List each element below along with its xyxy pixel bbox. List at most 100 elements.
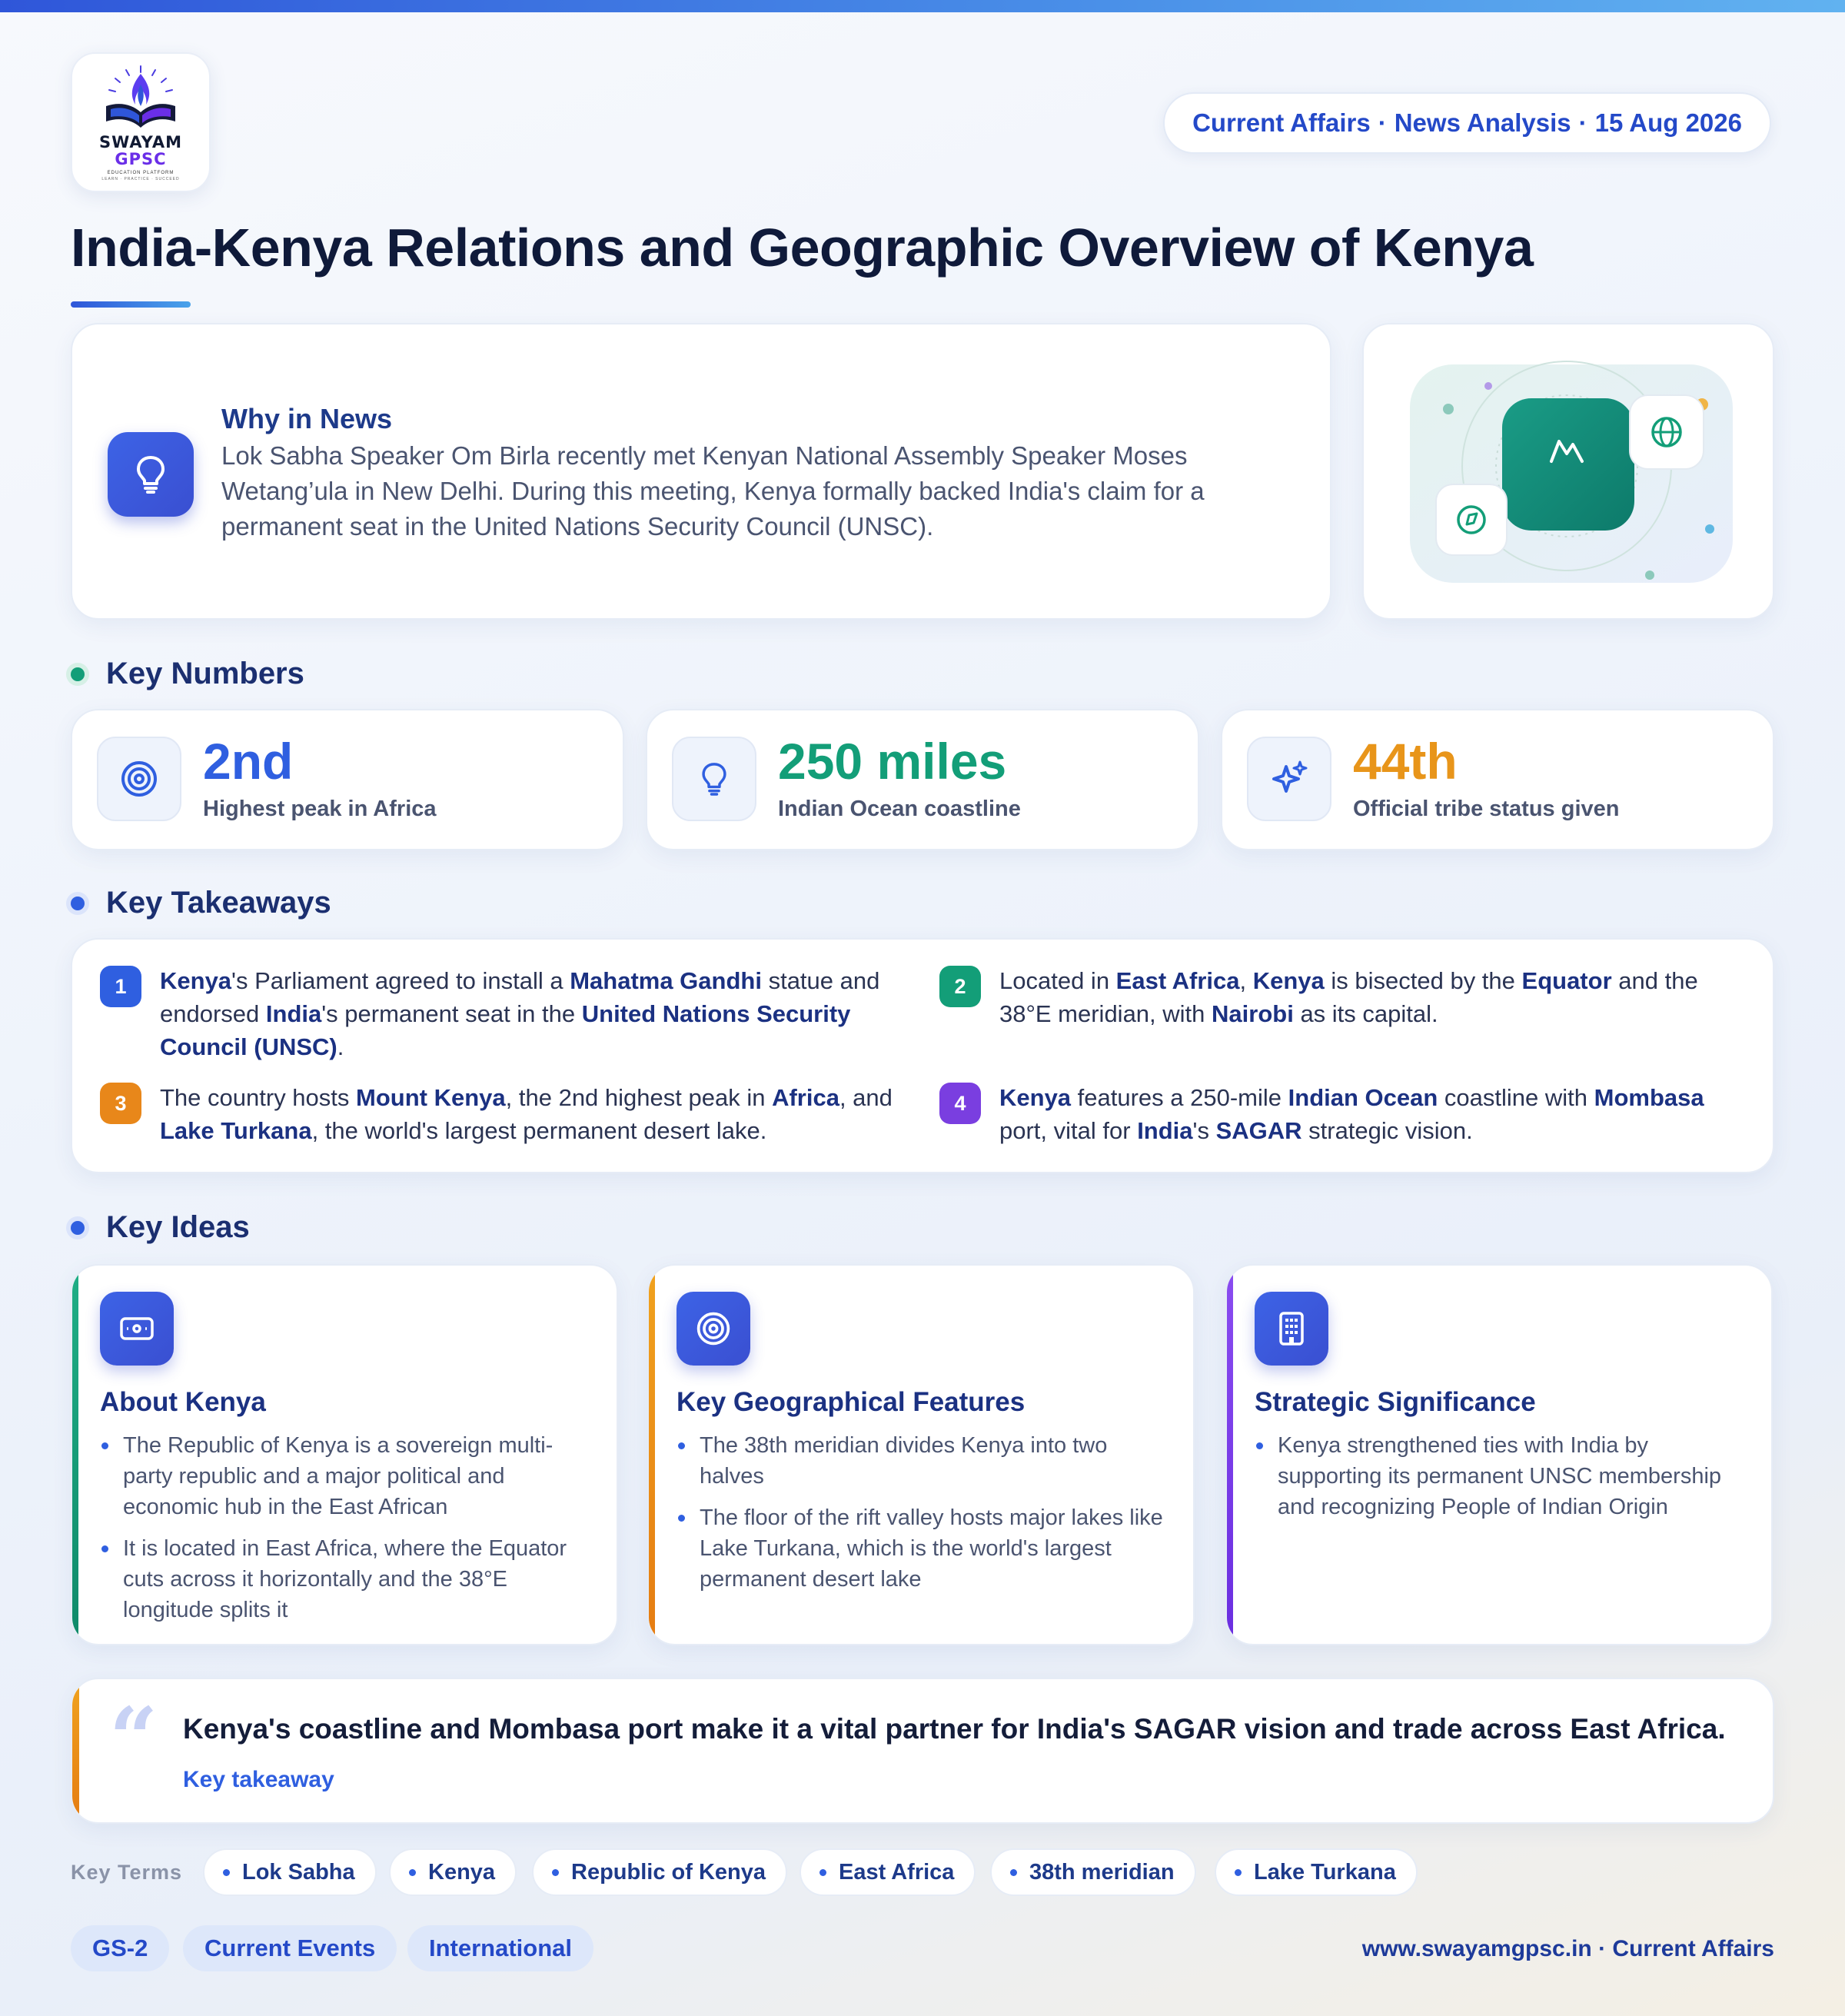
stat-value: 2nd: [203, 733, 294, 790]
idea-points: The 38th meridian divides Kenya into two…: [676, 1430, 1168, 1605]
section-label: Key Numbers: [106, 657, 304, 690]
idea-title: Key Geographical Features: [676, 1387, 1026, 1417]
highlight-term: Kenya: [160, 967, 232, 994]
target-icon: [97, 737, 181, 821]
lightbulb-icon: [108, 432, 194, 517]
lightbulb-icon: [672, 737, 756, 821]
logo-book-flame-icon: [106, 65, 175, 128]
footer-url-link[interactable]: www.swayamgpsc.in · Current Affairs: [1362, 1936, 1774, 1962]
idea-title: Strategic Significance: [1255, 1387, 1536, 1417]
idea-point: It is located in East Africa, where the …: [100, 1533, 592, 1625]
text-run: 's: [1192, 1117, 1216, 1144]
takeaway-number: 2: [939, 966, 981, 1007]
key-term-chip[interactable]: East Africa: [800, 1848, 976, 1896]
highlight-term: East Africa: [1115, 967, 1240, 994]
sparkle-icon: [1247, 737, 1331, 821]
takeaway-text: Located in East Africa, Kenya is bisecte…: [999, 964, 1747, 1030]
page-title: India-Kenya Relations and Geographic Ove…: [71, 218, 1534, 278]
date-pill-type: News Analysis: [1394, 108, 1571, 137]
text-run: 's permanent seat in the: [321, 1000, 582, 1027]
text-run: port, vital for: [999, 1117, 1138, 1144]
idea-accent-bar: [72, 1266, 78, 1644]
highlight-term: Equator: [1521, 967, 1612, 994]
key-takeaways-heading: Key Takeaways: [66, 886, 331, 920]
highlight-term: Kenya: [1252, 967, 1325, 994]
key-term-chip[interactable]: Lake Turkana: [1215, 1848, 1418, 1896]
stat-label: Highest peak in Africa: [203, 797, 437, 821]
idea-points: Kenya strengthened ties with India by su…: [1255, 1430, 1747, 1533]
takeaway-text: Kenya features a 250-mile Indian Ocean c…: [999, 1081, 1747, 1147]
quote-card: “ Kenya's coastline and Mombasa port mak…: [71, 1678, 1774, 1824]
text-run: , the 2nd highest peak in: [505, 1084, 773, 1111]
logo-name: SWAYAM: [99, 133, 182, 151]
text-run: strategic vision.: [1301, 1117, 1473, 1144]
idea-accent-bar: [649, 1266, 655, 1644]
key-terms-label: Key Terms: [71, 1861, 183, 1884]
text-run: The country hosts: [160, 1084, 357, 1111]
takeaway-number: 1: [100, 966, 141, 1007]
highlight-term: Kenya: [999, 1084, 1072, 1111]
idea-point: Kenya strengthened ties with India by su…: [1255, 1430, 1747, 1522]
takeaway-item: 4 Kenya features a 250-mile Indian Ocean…: [939, 1081, 1747, 1147]
date-pill-section: Current Affairs: [1192, 108, 1371, 137]
takeaway-item: 3 The country hosts Mount Kenya, the 2nd…: [100, 1081, 907, 1147]
section-dot: [66, 891, 89, 915]
separator-dot: ·: [1578, 108, 1587, 137]
text-run: , the world's largest permanent desert l…: [311, 1117, 767, 1144]
text-run: features a 250-mile: [1071, 1084, 1288, 1111]
stat-value: 250 miles: [778, 733, 1007, 790]
footer-tag[interactable]: International: [407, 1925, 594, 1971]
idea-point: The floor of the rift valley hosts major…: [676, 1502, 1168, 1595]
section-label: Key Ideas: [106, 1210, 250, 1244]
id-card-icon: [100, 1292, 174, 1366]
title-underline: [71, 301, 191, 308]
logo-tagline: EDUCATION PLATFORM: [107, 171, 175, 175]
highlight-term: India: [265, 1000, 322, 1027]
text-run: is bisected by the: [1324, 967, 1522, 994]
key-term-chip[interactable]: Kenya: [389, 1848, 517, 1896]
section-dot: [66, 1216, 89, 1239]
idea-card: Key Geographical Features The 38th merid…: [647, 1264, 1195, 1645]
key-term-chip[interactable]: 38th meridian: [990, 1848, 1196, 1896]
footer-tag[interactable]: GS-2: [71, 1925, 170, 1971]
footer-tag[interactable]: Current Events: [183, 1925, 397, 1971]
date-pill-date: 15 Aug 2026: [1594, 108, 1742, 137]
top-accent-bar: [0, 0, 1845, 12]
why-in-news-heading: Why in News: [221, 403, 393, 434]
idea-points: The Republic of Kenya is a sovereign mul…: [100, 1430, 592, 1636]
brand-logo[interactable]: SWAYAM GPSC EDUCATION PLATFORM LEARN · P…: [71, 52, 211, 192]
quote-accent-bar: [72, 1679, 79, 1822]
key-term-chip[interactable]: Lok Sabha: [203, 1848, 377, 1896]
stat-label: Indian Ocean coastline: [778, 797, 1021, 821]
idea-accent-bar: [1227, 1266, 1233, 1644]
quote-mark-icon: “: [109, 1688, 158, 1788]
highlight-term: Africa: [772, 1084, 839, 1111]
highlight-term: Mount Kenya: [356, 1084, 506, 1111]
stat-card: 44th Official tribe status given: [1221, 709, 1774, 850]
idea-card: About Kenya The Republic of Kenya is a s…: [71, 1264, 618, 1645]
idea-card: Strategic Significance Kenya strengthene…: [1225, 1264, 1773, 1645]
stat-label: Official tribe status given: [1353, 797, 1620, 821]
stat-value: 44th: [1353, 733, 1458, 790]
key-term-chip[interactable]: Republic of Kenya: [532, 1848, 787, 1896]
logo-motto: LEARN · PRACTICE · SUCCEED: [101, 177, 180, 181]
idea-point: The Republic of Kenya is a sovereign mul…: [100, 1430, 592, 1522]
date-pill: Current Affairs · News Analysis · 15 Aug…: [1163, 92, 1771, 154]
text-run: .: [337, 1033, 344, 1060]
highlight-term: Mahatma Gandhi: [570, 967, 762, 994]
text-run: Located in: [999, 967, 1116, 994]
idea-point: The 38th meridian divides Kenya into two…: [676, 1430, 1168, 1492]
highlight-term: SAGAR: [1215, 1117, 1302, 1144]
key-numbers-heading: Key Numbers: [66, 657, 304, 691]
text-run: coastline with: [1438, 1084, 1594, 1111]
quote-source: Key takeaway: [183, 1767, 334, 1792]
text-run: ,: [1239, 967, 1253, 994]
target-icon: [676, 1292, 750, 1366]
highlight-term: Nairobi: [1212, 1000, 1294, 1027]
building-icon: [1255, 1292, 1328, 1366]
stat-card: 2nd Highest peak in Africa: [71, 709, 624, 850]
separator-dot: ·: [1378, 108, 1387, 137]
stat-card: 250 miles Indian Ocean coastline: [646, 709, 1199, 850]
takeaway-text: The country hosts Mount Kenya, the 2nd h…: [160, 1081, 907, 1147]
section-dot: [66, 662, 89, 686]
